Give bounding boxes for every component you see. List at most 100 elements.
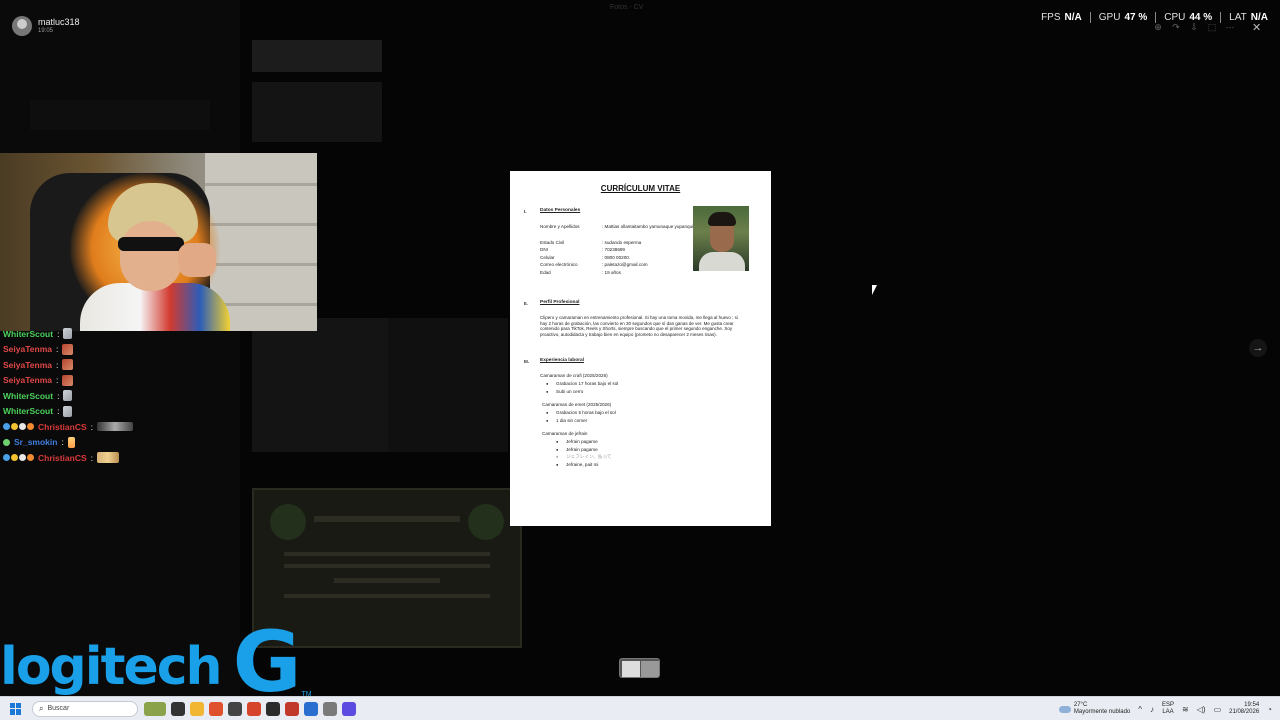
microphone-icon[interactable]: ♪	[1150, 705, 1154, 714]
weather-temp: 27°C	[1073, 702, 1088, 708]
keyboard-layout: LAA	[1162, 709, 1174, 715]
battery-icon[interactable]: ▭	[1214, 705, 1222, 714]
field-value: : 70238689	[602, 247, 625, 252]
chat-separator: :	[55, 359, 59, 370]
chevron-up-icon[interactable]: ^	[1138, 705, 1142, 714]
chat-emote-icon	[63, 405, 73, 417]
fps-label: FPS	[1041, 12, 1061, 23]
section-number: III.	[524, 359, 530, 364]
notification-icon[interactable]: ◔	[1267, 705, 1272, 714]
field-label: Correo electrónico	[540, 262, 578, 267]
field-value: : sudando esperma	[602, 240, 642, 245]
weather-desc: Mayormente nublado	[1073, 709, 1131, 715]
viewer-tool-icon[interactable]: ⊕	[1152, 22, 1164, 33]
chat-username[interactable]: WhiterScout	[3, 391, 53, 401]
chat-message: ChristianCS:	[3, 419, 233, 435]
language-indicator[interactable]: ESP LAA	[1162, 702, 1174, 716]
taskbar-app-icon[interactable]	[342, 701, 356, 716]
job-title: Camaraman de emet (2025/2026)	[542, 402, 612, 407]
viewer-tool-icon[interactable]: ↷	[1170, 22, 1182, 33]
start-button[interactable]	[10, 702, 22, 715]
job-bullet: Jefrain pagame	[556, 447, 598, 452]
chat-username[interactable]: SeiyaTenma	[3, 375, 52, 385]
chat-separator: :	[55, 375, 59, 386]
certificate-line	[284, 552, 490, 556]
wifi-icon[interactable]: ≋	[1182, 705, 1189, 714]
section-number: II.	[524, 301, 528, 306]
field-value: : 0800 00200.	[602, 255, 631, 260]
page-thumbnails[interactable]	[619, 658, 660, 678]
chat-message: SeiyaTenma:	[3, 373, 233, 389]
profile-text: Clipero y camaraman en entrenamiento pro…	[540, 315, 738, 337]
chat-separator: :	[57, 390, 60, 401]
gpu-value: 47 %	[1124, 12, 1148, 23]
webcam-hand	[178, 243, 216, 277]
taskbar-app-icon[interactable]	[247, 701, 261, 716]
field-value: : paletazo@gmail.com	[602, 262, 648, 267]
background-panel	[252, 82, 382, 142]
taskbar-app-icon[interactable]	[190, 701, 204, 716]
certificate-line	[314, 516, 460, 522]
background-panel	[388, 318, 508, 452]
certificate-crest	[468, 504, 504, 540]
section-number: I.	[524, 209, 527, 214]
background-panel	[252, 40, 382, 72]
viewer-tool-icon[interactable]: ⋯	[1224, 22, 1236, 33]
language-code: ESP	[1162, 702, 1175, 708]
chat-username[interactable]: SeiyaTenma	[3, 344, 52, 354]
viewer-tool-icon[interactable]: ⬚	[1206, 22, 1218, 33]
chat-emote-icon	[67, 436, 75, 448]
viewer-toolbar: ⊕ ↷ ⇩ ⬚ ⋯	[1152, 22, 1236, 33]
taskbar-app-icon[interactable]	[144, 701, 166, 716]
chat-username[interactable]: SeiyaTenma	[3, 360, 52, 370]
chat-username[interactable]: WhiterScout	[3, 329, 53, 339]
webcam-glasses	[118, 237, 184, 251]
taskbar: ⌕ Buscar 27°C Mayormente nublado ^ ♪ ESP…	[0, 696, 1280, 720]
chat-message: WhiterScout:	[3, 388, 233, 404]
chat-username[interactable]: Sr_smokin	[14, 437, 57, 447]
taskbar-app-icon[interactable]	[266, 701, 280, 716]
taskbar-app-icon[interactable]	[285, 701, 299, 716]
taskbar-app-icon[interactable]	[171, 701, 185, 716]
chat-username[interactable]: ChristianCS	[38, 422, 87, 432]
chat-emote-icon	[97, 422, 134, 432]
taskbar-app-icon[interactable]	[228, 701, 242, 716]
next-image-button[interactable]: →	[1249, 339, 1267, 357]
chat-username[interactable]: WhiterScout	[3, 406, 53, 416]
job-bullet: Grabacion 5 horas bajo el sol	[546, 410, 616, 415]
certificate-line	[284, 564, 490, 568]
profile-photo	[693, 206, 749, 271]
field-label: Estado Civil	[540, 240, 565, 245]
chat-username[interactable]: ChristianCS	[38, 453, 87, 463]
taskbar-app-icon[interactable]	[323, 701, 337, 716]
chat-badges	[3, 438, 10, 446]
field-label: DNI	[540, 247, 548, 252]
close-icon[interactable]: ✕	[1252, 21, 1261, 34]
chat-emote-icon	[62, 343, 74, 355]
chat-message: SeiyaTenma:	[3, 342, 233, 358]
chat-separator: :	[90, 421, 94, 432]
system-tray: 27°C Mayormente nublado ^ ♪ ESP LAA ≋ ◁)…	[1058, 697, 1272, 720]
cloud-icon	[1058, 705, 1071, 713]
cv-document: CURRÍCULUM VITAE I. Datos Personales Nom…	[510, 171, 771, 526]
chat-emote-icon	[62, 374, 74, 386]
logo-word: logitech	[0, 637, 223, 697]
taskbar-app-icon[interactable]	[209, 701, 223, 716]
user-profile[interactable]: matluc318 19:05	[12, 16, 80, 36]
clock[interactable]: 19:54 21/08/2026	[1229, 702, 1259, 716]
job-bullet: 1 dia sin comer	[546, 418, 587, 423]
webcam-face	[120, 221, 182, 291]
volume-icon[interactable]: ◁)	[1197, 705, 1206, 714]
taskbar-search[interactable]: ⌕ Buscar	[32, 700, 138, 717]
chat-separator: :	[61, 437, 64, 448]
taskbar-app-icon[interactable]	[304, 701, 318, 716]
certificate-line	[284, 594, 490, 598]
certificate-crest	[270, 504, 306, 540]
viewer-tool-icon[interactable]: ⇩	[1188, 22, 1200, 33]
section-title-profile: Perfil Profesional	[540, 300, 580, 305]
weather-widget[interactable]: 27°C Mayormente nublado	[1058, 702, 1131, 716]
job-bullet: Subi un cerro	[546, 389, 583, 394]
chat-emote-icon	[62, 359, 74, 371]
job-bullet: Grabacion 17 horas bajo el sol	[546, 381, 618, 386]
window-title: Fotos - CV	[610, 4, 644, 11]
